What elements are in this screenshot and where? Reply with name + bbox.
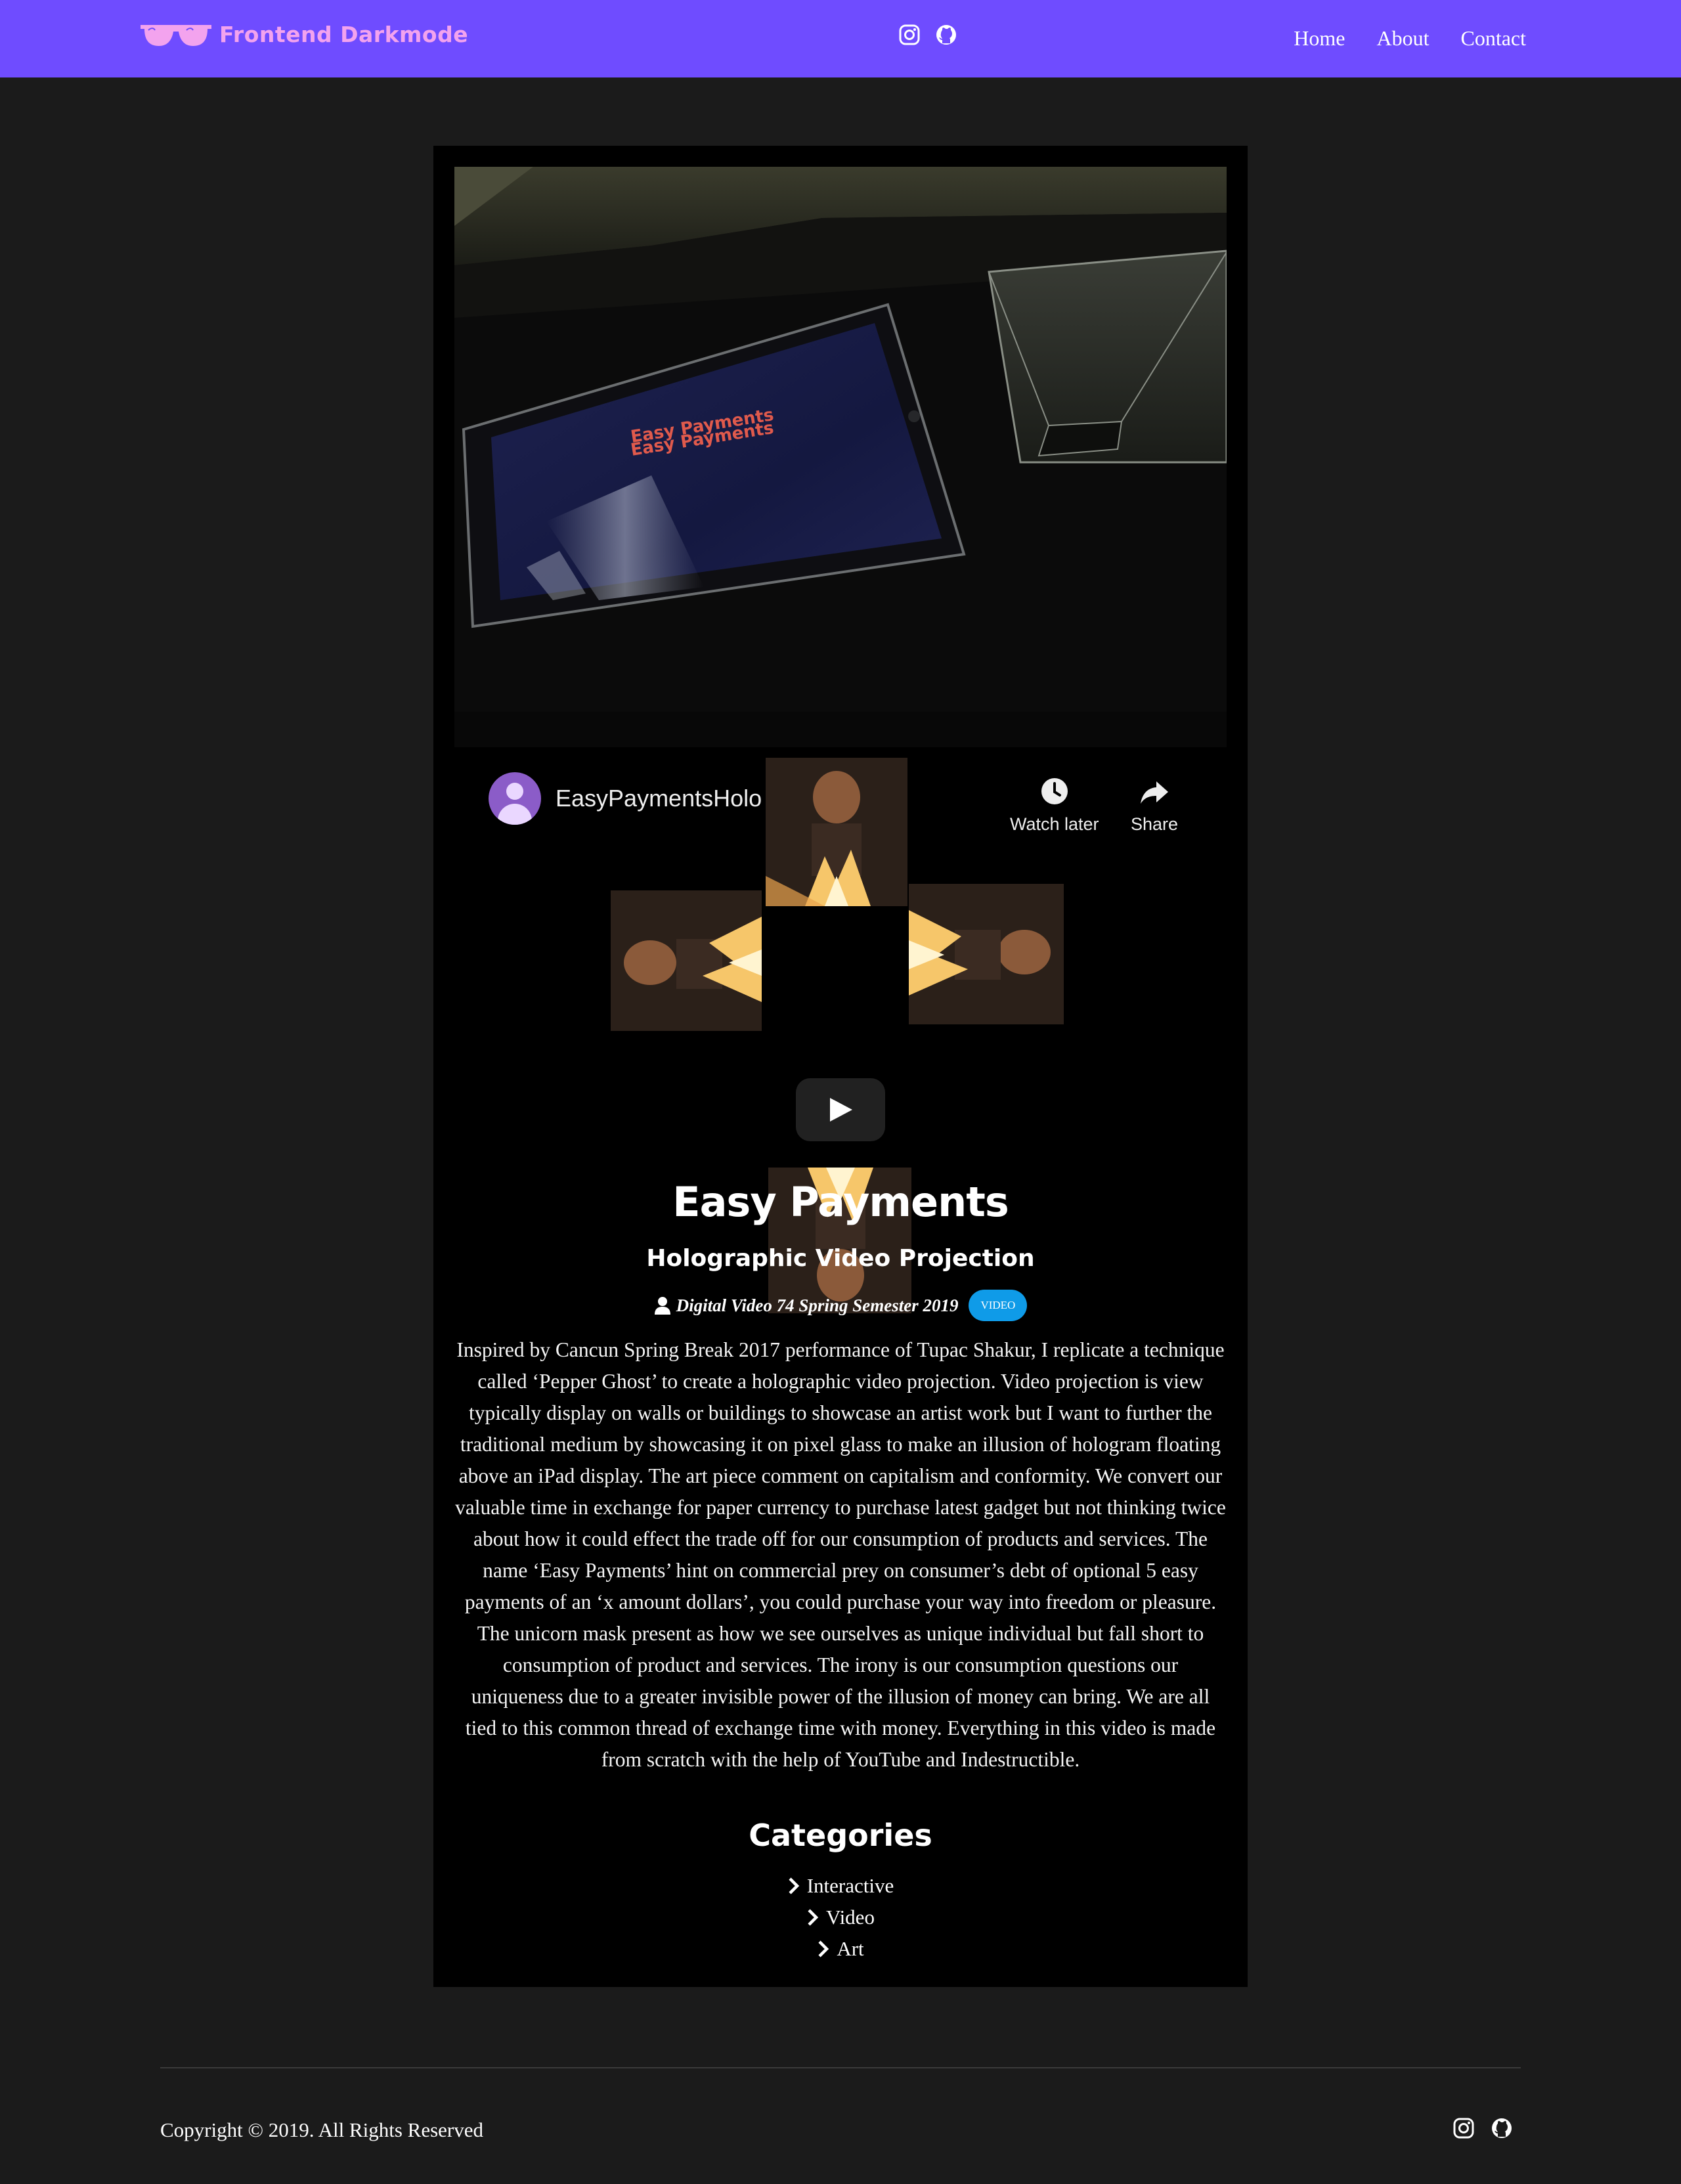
play-icon (830, 1098, 852, 1122)
category-link-video[interactable]: Video (806, 1902, 875, 1933)
github-icon[interactable] (935, 24, 957, 46)
chevron-right-icon (808, 1909, 819, 1926)
github-icon[interactable] (1491, 2117, 1513, 2139)
watch-later-label: Watch later (1010, 814, 1099, 834)
brand-name: Frontend Darkmode (219, 21, 469, 47)
footer-social-links (1452, 2117, 1513, 2139)
chevron-right-icon (818, 1940, 829, 1957)
instagram-icon[interactable] (1452, 2117, 1475, 2139)
post-description: Inspired by Cancun Spring Break 2017 per… (455, 1338, 1226, 1771)
share-arrow-icon (1141, 781, 1169, 804)
categories-list: Interactive Video Art (433, 1870, 1248, 1965)
user-icon (654, 1297, 670, 1315)
post-meta-text: Digital Video 74 Spring Semester 2019 (676, 1295, 959, 1315)
post-title: Easy Payments (672, 1178, 1009, 1226)
clock-icon (1041, 778, 1068, 804)
brand-logo-link[interactable]: Frontend Darkmode (139, 17, 468, 51)
video-tile-top (766, 758, 907, 906)
nav-link-contact[interactable]: Contact (1460, 24, 1526, 53)
instagram-icon[interactable] (898, 24, 921, 46)
nav-link-about[interactable]: About (1376, 24, 1429, 53)
navbar: Frontend Darkmode Home About Contact (0, 0, 1681, 77)
video-play-button[interactable] (796, 1078, 885, 1141)
category-label: Art (837, 1937, 864, 1960)
channel-info[interactable]: EasyPaymentsHolo (489, 772, 762, 825)
category-label: Video (826, 1906, 875, 1929)
footer-copyright: Copyright © 2019. All Rights Reserved (160, 2118, 483, 2141)
sunglasses-icon (141, 25, 211, 46)
nav-link-home[interactable]: Home (1294, 24, 1345, 53)
category-label: Interactive (806, 1874, 894, 1897)
categories-heading: Categories (749, 1818, 932, 1853)
watch-later-button[interactable]: Watch later (1010, 776, 1099, 835)
share-label: Share (1131, 814, 1179, 834)
category-link-interactive[interactable]: Interactive (787, 1870, 894, 1902)
post-subtitle: Holographic Video Projection (646, 1245, 1035, 1272)
video-tile-right (909, 884, 1064, 1024)
navbar-social-links (898, 24, 957, 46)
post-meta: Digital Video 74 Spring Semester 2019 VI… (433, 1290, 1248, 1321)
footer-divider (160, 2067, 1521, 2068)
category-badge[interactable]: VIDEO (969, 1290, 1028, 1321)
video-tile-left (611, 890, 762, 1031)
category-link-art[interactable]: Art (817, 1933, 864, 1965)
channel-avatar[interactable] (489, 772, 541, 825)
chevron-right-icon (789, 1877, 799, 1894)
post-card: Easy Payments Easy Payments EasyPayments… (433, 146, 1248, 1987)
channel-name[interactable]: EasyPaymentsHolo (556, 785, 762, 812)
main-nav: Home About Contact (1294, 24, 1526, 53)
post-photo: Easy Payments Easy Payments (454, 167, 1227, 747)
share-button[interactable]: Share (1131, 776, 1178, 835)
youtube-embed: EasyPaymentsHolo Watch later Share (433, 755, 1248, 1313)
